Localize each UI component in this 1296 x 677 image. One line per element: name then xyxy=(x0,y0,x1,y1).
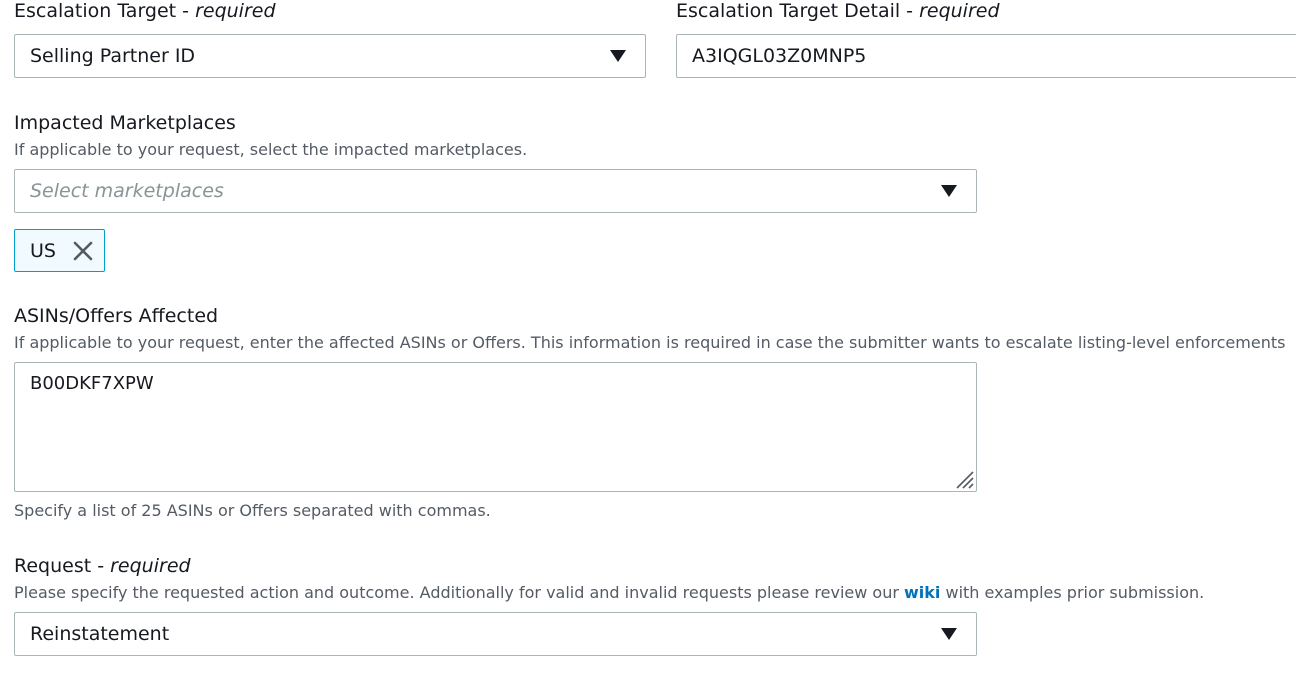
escalation-target-detail-value: A3IQGL03Z0MNP5 xyxy=(692,45,867,67)
label-separator: - xyxy=(91,555,111,577)
escalation-target-detail-label: Escalation Target Detail - required xyxy=(676,0,1000,22)
resize-handle-icon[interactable] xyxy=(952,467,974,489)
request-selected: Reinstatement xyxy=(30,623,170,645)
asins-offers-label: ASINs/Offers Affected xyxy=(14,305,219,327)
asins-offers-hint: Specify a list of 25 ASINs or Offers sep… xyxy=(14,501,491,520)
escalation-target-label-text: Escalation Target xyxy=(14,0,177,22)
request-label-text: Request xyxy=(14,555,92,577)
request-label: Request - required xyxy=(14,555,191,577)
asins-offers-description: If applicable to your request, enter the… xyxy=(14,333,1286,352)
request-select[interactable]: Reinstatement xyxy=(14,612,977,656)
escalation-target-select[interactable]: Selling Partner ID xyxy=(14,34,646,78)
escalation-target-label: Escalation Target - required xyxy=(14,0,276,22)
label-separator: - xyxy=(176,0,196,22)
impacted-marketplaces-description: If applicable to your request, select th… xyxy=(14,140,528,159)
escalation-target-detail-label-text: Escalation Target Detail xyxy=(676,0,901,22)
required-marker: required xyxy=(919,0,1000,22)
marketplace-token-us: US xyxy=(14,229,105,272)
marketplace-token-label: US xyxy=(30,239,56,262)
required-marker: required xyxy=(195,0,276,22)
request-description-after: with examples prior submission. xyxy=(940,583,1205,602)
required-marker: required xyxy=(110,555,191,577)
wiki-link[interactable]: wiki xyxy=(904,583,940,602)
marketplaces-multiselect[interactable]: Select marketplaces xyxy=(14,169,977,213)
label-separator: - xyxy=(900,0,920,22)
request-description: Please specify the requested action and … xyxy=(14,583,1204,602)
request-description-before: Please specify the requested action and … xyxy=(14,583,904,602)
caret-down-icon xyxy=(941,628,957,640)
caret-down-icon xyxy=(941,185,957,197)
escalation-target-selected: Selling Partner ID xyxy=(30,45,196,67)
asins-offers-textarea[interactable]: B00DKF7XPW xyxy=(14,362,977,492)
escalation-target-detail-input[interactable]: A3IQGL03Z0MNP5 xyxy=(676,34,1296,78)
close-icon[interactable] xyxy=(72,240,94,262)
marketplaces-placeholder: Select marketplaces xyxy=(30,180,224,202)
caret-down-icon xyxy=(610,50,626,62)
asins-offers-value: B00DKF7XPW xyxy=(30,373,154,394)
impacted-marketplaces-label: Impacted Marketplaces xyxy=(14,112,236,134)
